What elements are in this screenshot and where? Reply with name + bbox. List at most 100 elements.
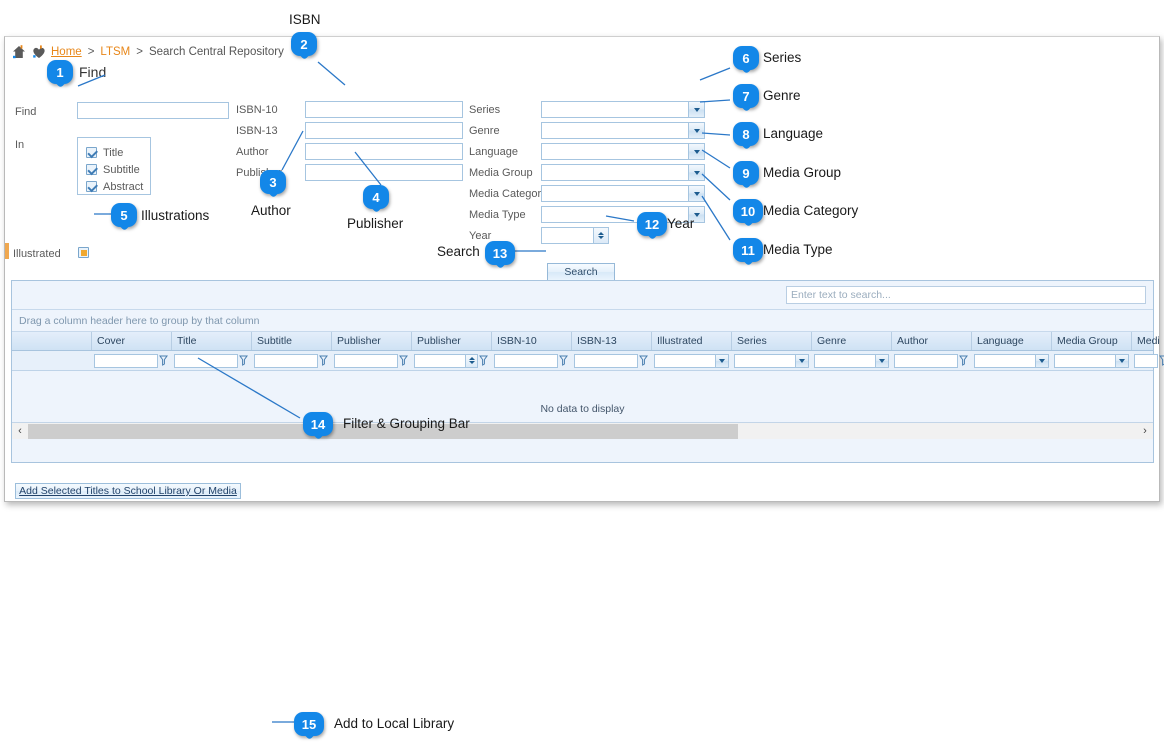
grid-filter-input[interactable] [334,353,398,368]
callout-badge-9[interactable]: 9 [733,161,759,185]
callout-badge-7[interactable]: 7 [733,84,759,108]
grid-column-header[interactable]: Media Group [1052,332,1132,350]
breadcrumb-ltsm[interactable]: LTSM [100,46,130,58]
year-spinner[interactable] [541,227,609,244]
scroll-right-icon[interactable]: › [1137,423,1153,439]
callout-badge-14[interactable]: 14 [303,412,333,436]
grid-column-header[interactable]: Illustrated [652,332,732,350]
callout-badge-2[interactable]: 2 [291,32,317,56]
isbn13-input[interactable] [305,122,463,139]
spinner-arrows-icon[interactable] [465,354,477,367]
search-button[interactable]: Search [547,263,615,281]
subtitle-checkbox[interactable] [86,164,97,175]
scroll-left-icon[interactable]: ‹ [12,423,28,439]
chevron-down-icon[interactable] [688,123,704,138]
grid-filter-combo[interactable] [734,353,809,368]
genre-combo[interactable] [541,122,705,139]
checkbox-row-abstract[interactable]: Abstract [86,178,143,195]
grid-filter-cell[interactable] [252,351,332,371]
grid-filter-cell[interactable] [172,351,252,371]
grid-filter-cell[interactable] [492,351,572,371]
callout-badge-10[interactable]: 10 [733,199,763,223]
chevron-down-icon[interactable] [795,354,808,367]
grid-column-header[interactable]: Cover [92,332,172,350]
grid-filter-cell[interactable] [92,351,172,371]
grid-filter-input[interactable] [174,353,238,368]
callout-badge-12[interactable]: 12 [637,212,667,236]
grid-search-input[interactable] [786,286,1146,304]
grid-filter-cell[interactable] [892,351,972,371]
callout-badge-1[interactable]: 1 [47,60,73,84]
callout-badge-13[interactable]: 13 [485,241,515,265]
chevron-down-icon[interactable] [688,186,704,201]
grid-filter-input[interactable] [94,353,158,368]
series-combo[interactable] [541,101,705,118]
grid-filter-input[interactable] [494,353,558,368]
grid-filter-input[interactable] [574,353,638,368]
abstract-checkbox[interactable] [86,181,97,192]
isbn10-input[interactable] [305,101,463,118]
heart-icon[interactable] [31,44,47,60]
chevron-down-icon[interactable] [688,165,704,180]
callout-badge-5[interactable]: 5 [111,203,137,227]
grid-horizontal-scrollbar[interactable]: ‹ › [12,422,1153,439]
grid-column-header[interactable]: Publisher [332,332,412,350]
grid-filter-combo[interactable] [974,353,1049,368]
grid-filter-input[interactable] [1134,353,1158,368]
language-combo[interactable] [541,143,705,160]
chevron-down-icon[interactable] [875,354,888,367]
callout-badge-3[interactable]: 3 [260,170,286,194]
title-checkbox[interactable] [86,147,97,158]
filter-funnel-icon[interactable] [1158,355,1164,366]
grid-column-header[interactable]: Author [892,332,972,350]
grid-column-header[interactable]: ISBN-13 [572,332,652,350]
grid-filter-cell[interactable] [1132,351,1164,371]
grid-column-header[interactable]: Subtitle [252,332,332,350]
grid-filter-cell[interactable] [572,351,652,371]
grid-column-header[interactable] [12,332,92,350]
grid-filter-cell[interactable] [1052,351,1132,371]
find-input[interactable] [77,102,229,119]
media-category-combo[interactable] [541,185,705,202]
breadcrumb-home[interactable]: Home [51,46,82,58]
filter-funnel-icon[interactable] [318,355,329,366]
grid-column-header[interactable]: Medi [1132,332,1164,350]
grid-column-header[interactable]: ISBN-10 [492,332,572,350]
home-icon[interactable] [11,44,27,60]
grid-filter-spinner[interactable] [414,353,478,368]
grid-filter-cell[interactable] [412,351,492,371]
filter-funnel-icon[interactable] [478,355,489,366]
grid-filter-input[interactable] [894,353,958,368]
callout-badge-11[interactable]: 11 [733,238,763,262]
chevron-down-icon[interactable] [1035,354,1048,367]
grid-filter-combo[interactable] [654,353,729,368]
callout-badge-6[interactable]: 6 [733,46,759,70]
media-group-combo[interactable] [541,164,705,181]
checkbox-row-title[interactable]: Title [86,144,142,161]
grid-filter-cell[interactable] [732,351,812,371]
grid-column-header[interactable]: Genre [812,332,892,350]
spinner-arrows-icon[interactable] [593,228,608,243]
chevron-down-icon[interactable] [688,102,704,117]
add-selected-titles-button[interactable]: Add Selected Titles to School Library Or… [15,483,241,499]
publisher-input[interactable] [305,164,463,181]
grid-filter-cell[interactable] [652,351,732,371]
callout-badge-4[interactable]: 4 [363,185,389,209]
grid-column-header[interactable]: Title [172,332,252,350]
filter-funnel-icon[interactable] [238,355,249,366]
grid-column-header[interactable]: Publisher [412,332,492,350]
grid-column-header[interactable]: Language [972,332,1052,350]
filter-funnel-icon[interactable] [958,355,969,366]
grid-column-header[interactable]: Series [732,332,812,350]
checkbox-row-subtitle[interactable]: Subtitle [86,161,142,178]
callout-badge-15[interactable]: 15 [294,712,324,736]
grid-filter-combo[interactable] [814,353,889,368]
author-input[interactable] [305,143,463,160]
grid-filter-combo[interactable] [1054,353,1129,368]
callout-badge-8[interactable]: 8 [733,122,759,146]
filter-funnel-icon[interactable] [558,355,569,366]
grid-filter-cell[interactable] [332,351,412,371]
illustrated-checkbox[interactable] [78,247,89,258]
scrollbar-track[interactable] [28,423,1137,439]
chevron-down-icon[interactable] [715,354,728,367]
